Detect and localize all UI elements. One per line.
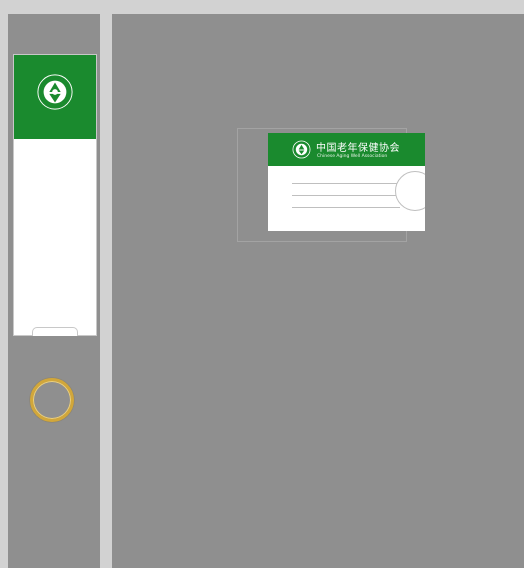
- label-write-line: [292, 195, 400, 196]
- label-card-header: 中国老年保健协会 Chinese Aging Well Association: [268, 133, 425, 166]
- association-emblem-icon: [37, 74, 73, 110]
- binder-cover: [112, 14, 524, 568]
- spine-green-band: [14, 55, 96, 139]
- binder-finger-ring: [30, 378, 74, 422]
- label-write-line: [292, 207, 400, 208]
- spine-label: [14, 55, 96, 336]
- label-card-title: 中国老年保健协会: [316, 143, 400, 154]
- mockup-canvas: 中国老年保健协会 Chinese Aging Well Association: [0, 0, 524, 568]
- association-logo-icon: [292, 140, 311, 159]
- label-card: 中国老年保健协会 Chinese Aging Well Association: [268, 133, 445, 231]
- label-tab-mask: [425, 163, 445, 223]
- label-write-line: [292, 183, 400, 184]
- spine-finger-notch: [32, 327, 78, 336]
- label-card-subtitle: Chinese Aging Well Association: [317, 154, 388, 159]
